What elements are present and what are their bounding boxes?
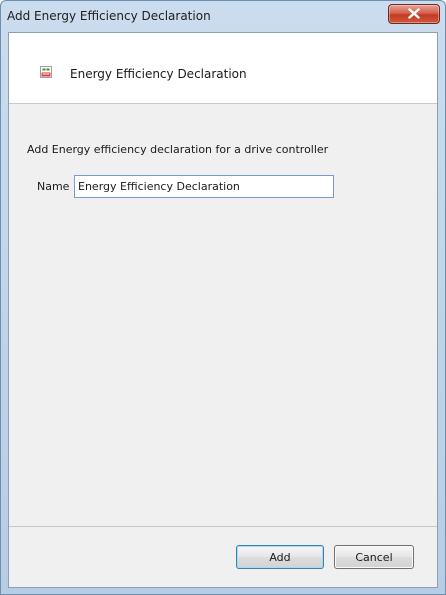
close-icon [408,8,420,19]
name-input[interactable] [74,175,334,198]
footer-divider [9,526,437,527]
title-bar[interactable]: Add Energy Efficiency Declaration [1,1,445,33]
dialog-description: Add Energy efficiency declaration for a … [27,143,329,156]
dialog-content: Energy Efficiency Declaration Add Energy… [8,32,438,588]
dialog-window: Add Energy Efficiency Declaration Energy… [0,0,446,595]
close-button[interactable] [388,4,440,24]
name-label: Name [37,180,70,193]
cancel-button[interactable]: Cancel [334,545,414,569]
header-title: Energy Efficiency Declaration [70,67,247,81]
add-button[interactable]: Add [236,545,324,569]
window-title: Add Energy Efficiency Declaration [7,9,211,23]
xml-document-icon [40,66,52,78]
header-panel: Energy Efficiency Declaration [9,33,437,104]
